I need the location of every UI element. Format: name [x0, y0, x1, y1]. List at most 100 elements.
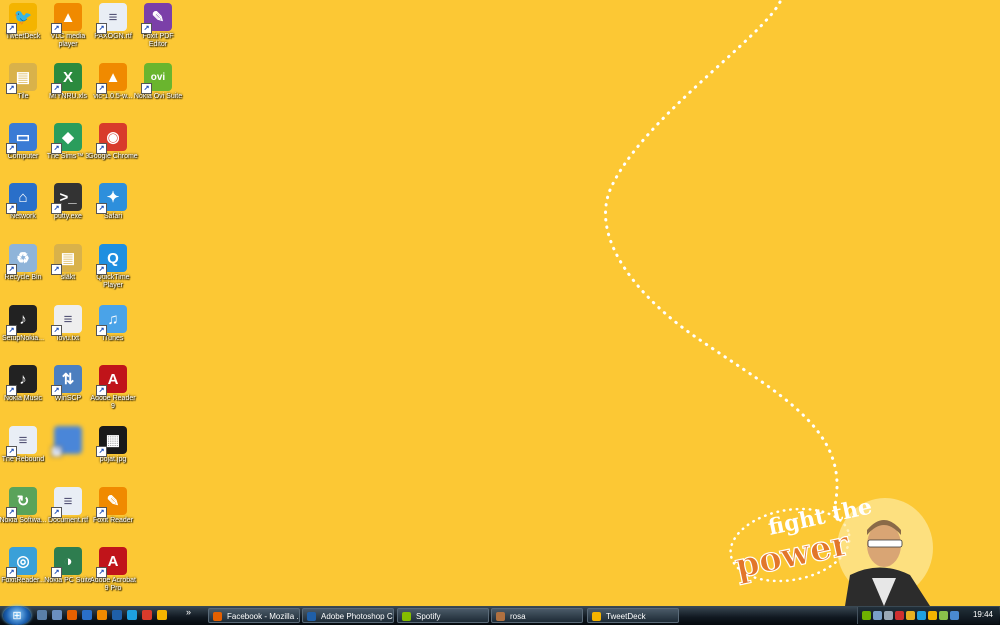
desktop-icon-label: Nokia Music [3, 395, 43, 402]
desktop-icon[interactable]: ▲ ↗ VLC media player [43, 3, 93, 49]
quicktime-icon: Q ↗ [96, 244, 127, 275]
battery-icon[interactable] [939, 611, 948, 620]
taskbar-button-label: Adobe Photoshop C... [321, 612, 394, 621]
clock[interactable]: 19:44 [973, 610, 993, 619]
show-desktop-icon[interactable] [37, 610, 47, 620]
desktop-icon[interactable]: A ↗ Adobe Acrobat 9 Pro [88, 547, 138, 593]
desktop-icon-label: Safari [103, 213, 123, 220]
desktop-icon[interactable]: ≡ ↗ Document.rtf [43, 487, 93, 525]
desktop-icon[interactable]: ≡ ↗ PAXOGN.rtf [88, 3, 138, 41]
icon-glyph: A [107, 552, 119, 570]
desktop-icon[interactable]: ▭ ↗ Computer [0, 123, 48, 161]
desktop-icon[interactable]: ▦ ↗ pojat.jpg [88, 426, 138, 464]
desktop-icon[interactable]: ♪ ↗ SetupNokia... [0, 305, 48, 343]
icon-glyph: ▲ [105, 68, 121, 86]
photoshop-icon [307, 612, 316, 621]
desktop-icon[interactable]: ✦ ↗ Safari [88, 183, 138, 221]
document-icon: ≡ ↗ [96, 3, 127, 34]
desktop-icon[interactable]: ♫ ↗ iTunes [88, 305, 138, 343]
image-file-icon [496, 612, 505, 621]
icon-glyph: ♫ [107, 310, 119, 328]
taskbar-button[interactable]: Adobe Photoshop C... [302, 608, 394, 623]
desktop-icon[interactable]: ≡ ↗ lovu.txt [43, 305, 93, 343]
chrome-icon[interactable] [142, 610, 152, 620]
desktop-icon[interactable]: ◎ ↗ FoxitReader... [0, 547, 48, 585]
tweetdeck-icon[interactable] [157, 610, 167, 620]
desktop-icon[interactable]: ⇅ ↗ WinSCP [43, 365, 93, 403]
desktop-icon-label: Adobe Reader 9 [90, 395, 136, 410]
desktop-icon[interactable]: ⌂ ↗ Network [0, 183, 48, 221]
shortcut-arrow-icon: ↗ [51, 446, 62, 457]
media-player-icon[interactable] [97, 610, 107, 620]
desktop-icon[interactable]: ◉ ↗ Google Chrome [88, 123, 138, 161]
desktop-icon[interactable]: ovi ↗ Nokia Ovi Suite [133, 63, 183, 101]
icon-glyph: ≡ [63, 310, 73, 328]
desktop-icon[interactable]: ≡ ↗ The Rebound [0, 426, 48, 464]
taskbar-button[interactable]: rosa [491, 608, 583, 623]
icon-glyph: ▲ [60, 8, 76, 26]
desktop-icon[interactable]: ▤ ↗ släkt [43, 244, 93, 282]
desktop-icon[interactable]: 🐦 ↗ TweetDeck [0, 3, 48, 41]
desktop-icon[interactable]: Q ↗ QuickTime Player [88, 244, 138, 290]
taskbar-button-label: TweetDeck [606, 612, 646, 621]
installer-icon: ◎ ↗ [6, 547, 37, 578]
desktop-icon-label: vlc-1.0.5-w... [93, 93, 133, 100]
desktop-icon[interactable]: ♻ ↗ Recycle Bin [0, 244, 48, 282]
icon-glyph: ovi [150, 71, 166, 83]
icon-glyph: Q [107, 249, 119, 267]
desktop-icon[interactable]: A ↗ Adobe Reader 9 [88, 365, 138, 411]
icon-glyph: ✎ [151, 9, 165, 26]
skype-icon[interactable] [127, 610, 137, 620]
network-tray-icon[interactable] [873, 611, 882, 620]
desktop-icon[interactable]: ♪ ↗ Nokia Music [0, 365, 48, 403]
nvidia-icon[interactable] [862, 611, 871, 620]
language-icon[interactable] [950, 611, 959, 620]
tweetdeck-icon [592, 612, 601, 621]
tweetdeck-tray-icon[interactable] [928, 611, 937, 620]
shortcut-arrow-icon: ↗ [96, 507, 107, 518]
taskbar-button[interactable]: Spotify [397, 608, 489, 623]
shortcut-arrow-icon: ↗ [51, 203, 62, 214]
icon-glyph: ◆ [62, 129, 74, 146]
taskbar-button[interactable]: TweetDeck [587, 608, 679, 623]
desktop-icon-label: Foxit PDF Editor [142, 33, 174, 48]
desktop-icon[interactable]: X ↗ M!YNRU.xls [43, 63, 93, 101]
shortcut-arrow-icon: ↗ [6, 203, 17, 214]
system-tray: 19:44 [857, 607, 999, 624]
shortcut-arrow-icon: ↗ [51, 264, 62, 275]
shortcut-arrow-icon: ↗ [141, 83, 152, 94]
document-icon: ≡ ↗ [6, 426, 37, 457]
desktop-icon[interactable]: ✎ ↗ Foxit PDF Editor [133, 3, 183, 49]
volume-icon[interactable] [884, 611, 893, 620]
photoshop-icon[interactable] [112, 610, 122, 620]
outlook-icon[interactable] [82, 610, 92, 620]
safari-icon: ✦ ↗ [96, 183, 127, 214]
desktop-icon[interactable]: ↻ ↗ Nokia Softwa... [0, 487, 48, 525]
nokia-music-icon: ♪ ↗ [6, 305, 37, 336]
firefox-icon [213, 612, 222, 621]
start-button[interactable]: ⊞ [3, 606, 31, 625]
update-icon[interactable] [906, 611, 915, 620]
shortcut-arrow-icon: ↗ [6, 83, 17, 94]
desktop-icon[interactable]: ▲ ↗ vlc-1.0.5-w... [88, 63, 138, 101]
desktop-icon[interactable]: ◑ ↗ Nokia PC Suite [43, 547, 93, 585]
desktop-icon[interactable]: ↗ [43, 426, 93, 457]
winscp-icon: ⇅ ↗ [51, 365, 82, 396]
network-icon: ⌂ ↗ [6, 183, 37, 214]
desktop-icon[interactable]: >_ ↗ putty.exe [43, 183, 93, 221]
document-icon: ≡ ↗ [51, 487, 82, 518]
switch-windows-icon[interactable] [52, 610, 62, 620]
desktop-icon[interactable]: ▤ ↗ Tile [0, 63, 48, 101]
quick-launch-overflow-button[interactable]: » [186, 607, 191, 617]
skype-tray-icon[interactable] [917, 611, 926, 620]
shortcut-arrow-icon: ↗ [6, 385, 17, 396]
shortcut-arrow-icon: ↗ [6, 143, 17, 154]
security-icon[interactable] [895, 611, 904, 620]
desktop-icon-label: WinSCP [54, 395, 82, 402]
taskbar-button[interactable]: Facebook - Mozilla ... [208, 608, 300, 623]
firefox-icon[interactable] [67, 610, 77, 620]
desktop-icon[interactable]: ◆ ↗ The Sims™ 3 [43, 123, 93, 161]
nokia-pc-suite-icon: ◑ ↗ [51, 547, 82, 578]
desktop-icon[interactable]: ✎ ↗ Foxit Reader [88, 487, 138, 525]
nokia-music-icon: ♪ ↗ [6, 365, 37, 396]
